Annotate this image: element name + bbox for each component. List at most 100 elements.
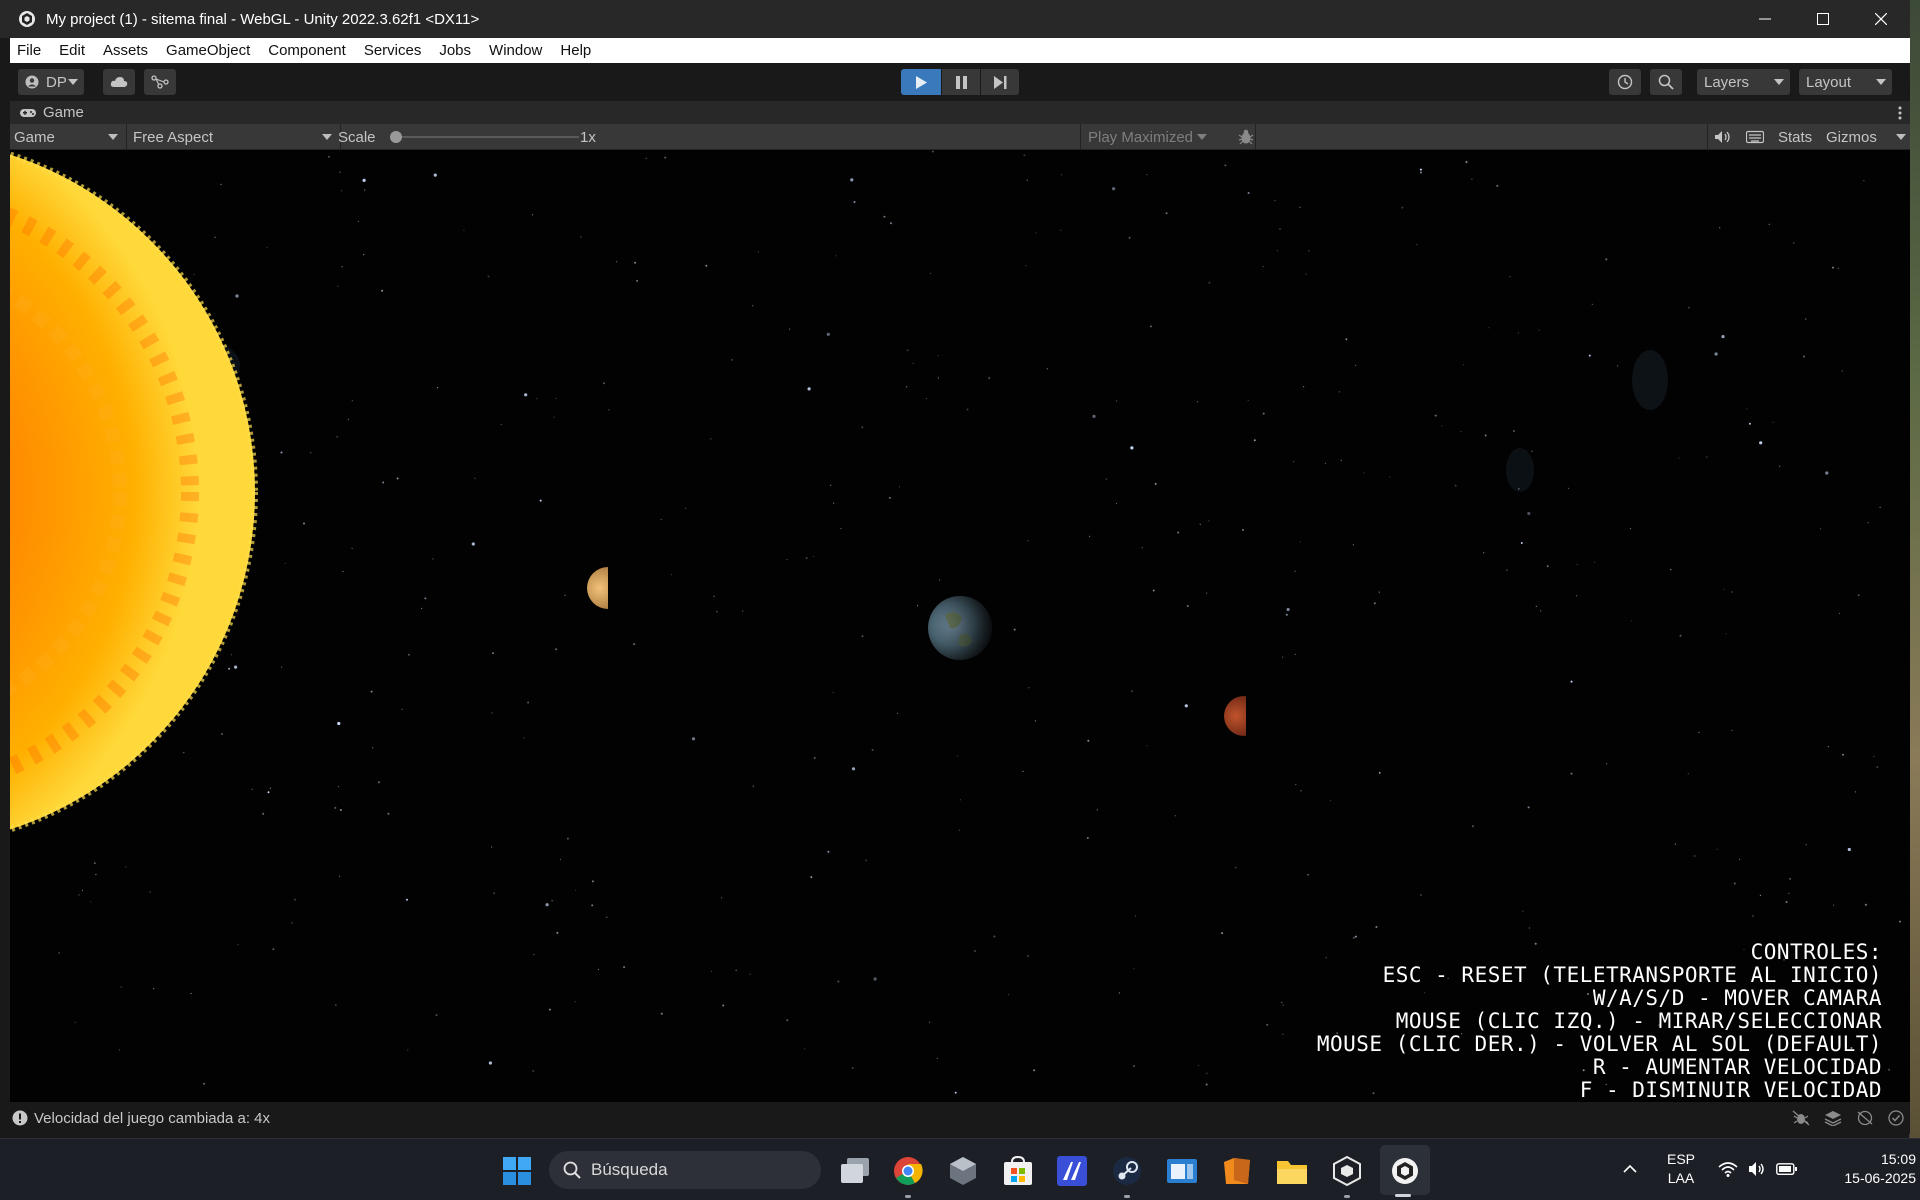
star bbox=[491, 846, 493, 848]
star bbox=[917, 605, 919, 607]
frame-debugger-button[interactable] bbox=[1238, 124, 1254, 150]
quick-settings[interactable] bbox=[1718, 1161, 1798, 1177]
scale-slider[interactable] bbox=[390, 124, 585, 150]
collab-button[interactable] bbox=[144, 69, 176, 95]
language-indicator[interactable]: ESP LAA bbox=[1655, 1150, 1707, 1188]
running-indicator bbox=[905, 1195, 911, 1198]
play-button[interactable] bbox=[901, 69, 941, 95]
tab-game[interactable]: Game bbox=[43, 104, 84, 121]
star bbox=[1355, 364, 1357, 366]
menu-window[interactable]: Window bbox=[480, 42, 551, 59]
star bbox=[1282, 1033, 1284, 1035]
aspect-dropdown[interactable]: Free Aspect bbox=[133, 124, 336, 150]
scale-slider-handle[interactable] bbox=[390, 131, 402, 143]
display-dropdown[interactable]: Game bbox=[14, 124, 124, 150]
stats-keyboard-button[interactable] bbox=[1746, 124, 1764, 150]
star bbox=[835, 255, 837, 257]
account-dropdown[interactable]: DP bbox=[18, 69, 84, 95]
star bbox=[1528, 927, 1530, 929]
menu-component[interactable]: Component bbox=[259, 42, 355, 59]
game-viewport[interactable]: CONTROLES: ESC - RESET (TELETRANSPORTE A… bbox=[10, 150, 1910, 1102]
star bbox=[1864, 903, 1867, 906]
menu-help[interactable]: Help bbox=[551, 42, 600, 59]
network-off-icon[interactable] bbox=[1856, 1110, 1874, 1126]
pause-button[interactable] bbox=[942, 69, 980, 95]
close-button[interactable] bbox=[1852, 0, 1910, 38]
chrome-app[interactable] bbox=[891, 1154, 925, 1188]
steam-app[interactable] bbox=[1110, 1154, 1144, 1188]
planet-mars[interactable] bbox=[1224, 694, 1270, 738]
star bbox=[527, 701, 530, 704]
menu-edit[interactable]: Edit bbox=[50, 42, 94, 59]
clock[interactable]: 15:09 15-06-2025 bbox=[1806, 1150, 1916, 1188]
checkmark-circle-icon[interactable] bbox=[1888, 1110, 1904, 1126]
notepad-app[interactable] bbox=[1165, 1154, 1199, 1188]
stats-button[interactable]: Stats bbox=[1778, 124, 1812, 150]
planet-earth[interactable] bbox=[928, 596, 992, 660]
more-options-icon[interactable] bbox=[1898, 106, 1902, 120]
play-mode-dropdown[interactable]: Play Maximized bbox=[1088, 124, 1208, 150]
star bbox=[203, 1082, 206, 1085]
star bbox=[574, 1001, 576, 1003]
star bbox=[1027, 540, 1029, 542]
visual-studio-app[interactable] bbox=[1055, 1154, 1089, 1188]
star bbox=[1837, 267, 1839, 269]
menu-file[interactable]: File bbox=[10, 42, 50, 59]
star bbox=[757, 251, 760, 253]
star bbox=[1089, 535, 1091, 537]
star bbox=[1517, 332, 1519, 334]
layers-stack-icon[interactable] bbox=[1824, 1110, 1842, 1126]
menu-jobs[interactable]: Jobs bbox=[430, 42, 480, 59]
star bbox=[1196, 401, 1198, 403]
star bbox=[1576, 563, 1578, 565]
star bbox=[1496, 184, 1499, 187]
layout-dropdown[interactable]: Layout bbox=[1799, 69, 1892, 95]
star bbox=[424, 597, 427, 600]
taskbar-search[interactable]: Búsqueda bbox=[549, 1151, 821, 1189]
star bbox=[421, 607, 423, 609]
star bbox=[269, 787, 271, 789]
unity-editor-app[interactable] bbox=[1388, 1154, 1422, 1188]
maximize-button[interactable] bbox=[1794, 0, 1852, 38]
search-icon bbox=[563, 1161, 581, 1179]
step-button[interactable] bbox=[981, 69, 1019, 95]
gizmos-button[interactable]: Gizmos bbox=[1826, 124, 1877, 150]
star bbox=[1484, 434, 1487, 437]
star bbox=[487, 275, 490, 278]
star bbox=[553, 416, 555, 418]
cloud-button[interactable] bbox=[103, 69, 135, 95]
menu-services[interactable]: Services bbox=[355, 42, 431, 59]
menu-gameobject[interactable]: GameObject bbox=[157, 42, 259, 59]
minimize-button[interactable] bbox=[1736, 0, 1794, 38]
orange-app[interactable] bbox=[1220, 1154, 1254, 1188]
star bbox=[988, 377, 991, 380]
star bbox=[1785, 901, 1788, 903]
star bbox=[1022, 770, 1024, 773]
volume-icon bbox=[1749, 1162, 1764, 1176]
task-view-button[interactable] bbox=[838, 1154, 872, 1188]
show-hidden-icons-button[interactable] bbox=[1623, 1161, 1637, 1178]
ms-store-app[interactable] bbox=[1001, 1154, 1035, 1188]
star bbox=[500, 423, 502, 426]
gamepad-icon bbox=[20, 108, 36, 117]
planet-venus[interactable] bbox=[587, 565, 633, 611]
star bbox=[1307, 873, 1310, 876]
unity-hub-app[interactable] bbox=[946, 1154, 980, 1188]
search-button[interactable] bbox=[1650, 69, 1682, 95]
layers-dropdown[interactable]: Layers bbox=[1697, 69, 1790, 95]
star bbox=[351, 400, 353, 402]
star bbox=[1008, 994, 1010, 996]
menu-assets[interactable]: Assets bbox=[94, 42, 157, 59]
star bbox=[183, 752, 185, 754]
file-explorer-app[interactable] bbox=[1275, 1154, 1309, 1188]
mute-audio-button[interactable] bbox=[1714, 124, 1732, 150]
keyboard-icon bbox=[1746, 130, 1764, 144]
start-button[interactable] bbox=[500, 1154, 534, 1188]
sun[interactable] bbox=[10, 150, 258, 847]
unity-editor-app-2[interactable] bbox=[1330, 1154, 1364, 1188]
gizmos-dropdown[interactable] bbox=[1896, 124, 1906, 150]
star bbox=[1198, 1064, 1200, 1066]
undo-history-button[interactable] bbox=[1609, 69, 1641, 95]
status-message[interactable]: Velocidad del juego cambiada a: 4x bbox=[34, 1110, 270, 1127]
debug-off-icon[interactable] bbox=[1792, 1110, 1810, 1126]
